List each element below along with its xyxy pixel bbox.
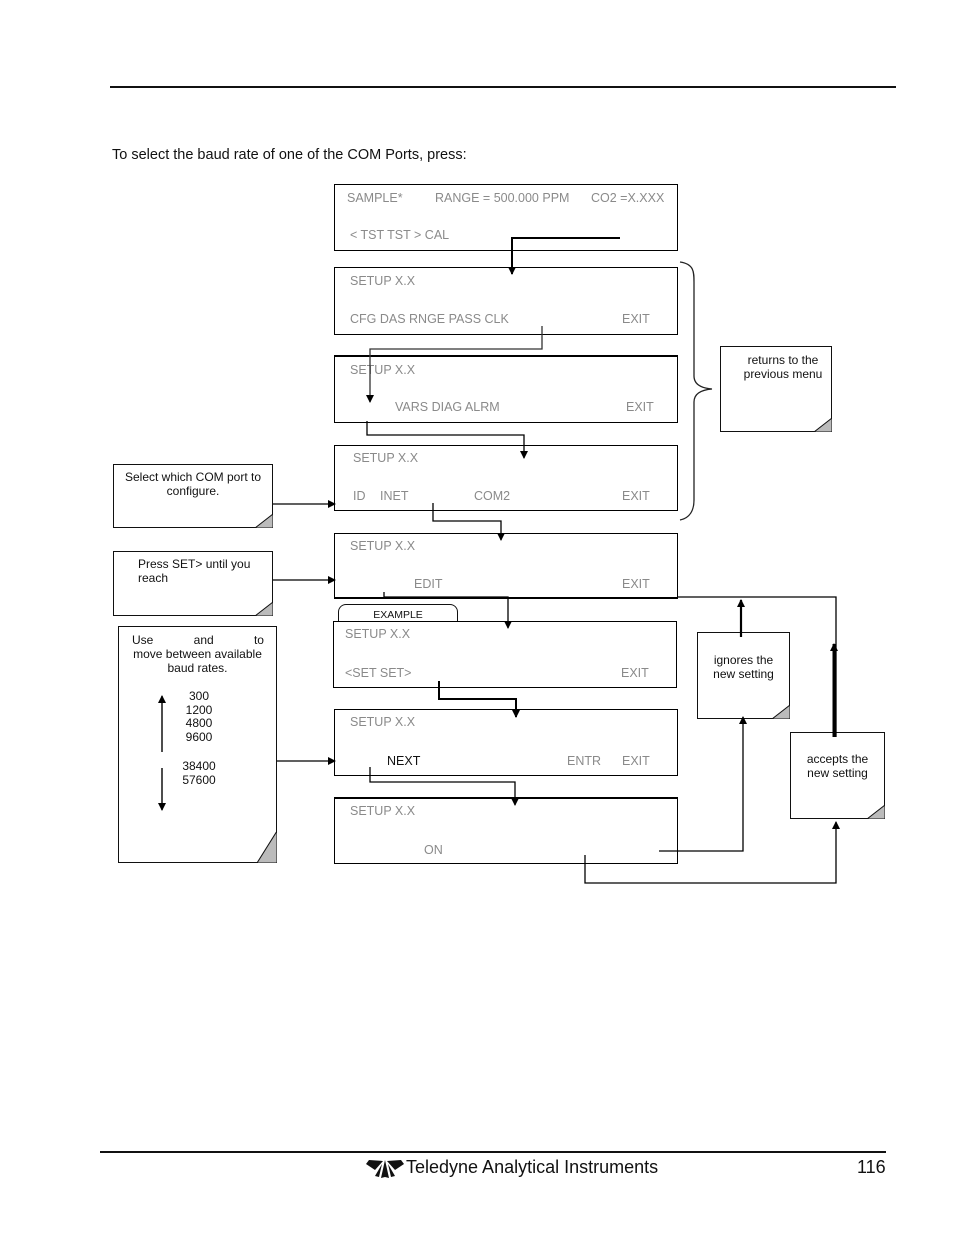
note-ignores: ignores the new setting [697,632,790,719]
menu-keys: VARS DIAG ALRM [395,400,500,414]
screen-setup-com-mode: SETUP X.X EDIT EXIT [334,533,678,599]
note-text: move between available baud rates. [133,647,262,675]
menu-keys: CFG DAS RNGE PASS CLK [350,312,509,326]
on-key: ON [424,843,443,857]
inet-key: INET [380,489,409,503]
page-fold-icon [255,514,273,528]
screen-setup-set: SETUP X.X <SET SET> EXIT [333,621,677,688]
screen-sample: SAMPLE* RANGE = 500.000 PPM CO2 =X.XXX <… [334,184,678,251]
note-line-1: Use and to [119,627,276,647]
screen-label: SETUP X.X [350,715,416,729]
page-fold-icon [867,805,885,819]
note-word: and [193,633,214,647]
teledyne-logo-icon [366,1160,404,1178]
page-fold-icon [772,705,790,719]
note-word: to [253,633,264,647]
next-key: NEXT [387,754,421,768]
baud-list-upper: 300 1200 4800 9600 [169,689,229,744]
baud-rate: 1200 [185,702,213,717]
screen-setup-main: SETUP X.X CFG DAS RNGE PASS CLK EXIT [334,267,678,335]
exit-key: EXIT [621,666,649,680]
screen-setup-on: SETUP X.X ON [334,797,678,864]
menu-keys: < TST TST > CAL [350,228,450,242]
page-fold-icon [255,602,273,616]
exit-key: EXIT [622,577,650,591]
footer-rule [100,1151,886,1153]
exit-key: EXIT [622,489,650,503]
screen-label: SETUP X.X [345,627,411,641]
note-text: Select which COM port to configure. [124,470,262,498]
intro-text: To select the baud rate of one of the CO… [112,147,467,163]
com2-key: COM2 [474,489,511,503]
screen-label: SETUP X.X [353,451,419,465]
header-rule [110,86,896,88]
screen-label: SAMPLE* [347,191,403,205]
range-readout: RANGE = 500.000 PPM [435,191,570,205]
edit-key: EDIT [414,577,443,591]
screen-label: SETUP X.X [350,804,416,818]
note-text: Press SET> until you reach [138,557,251,585]
note-text: accepts the new setting [806,752,869,780]
screen-label: SETUP X.X [350,363,416,377]
baud-rate: 38400 [182,759,216,773]
note-baud-rates: Use and to move between available baud r… [118,626,277,863]
exit-key: EXIT [622,754,650,768]
entr-key: ENTR [567,754,602,768]
note-returns: returns to the previous menu [720,346,832,432]
page-fold-icon [257,831,277,863]
exit-key: EXIT [626,400,654,414]
note-accepts: accepts the new setting [790,732,885,819]
page-fold-icon [814,418,832,432]
baud-rate: 4800 [185,716,213,730]
note-text: returns to the previous menu [743,353,823,381]
baud-rate: 57600 [182,772,216,787]
exit-key: EXIT [622,312,650,326]
baud-rate: 300 [188,689,210,703]
screen-label: SETUP X.X [350,274,416,288]
note-press-set: Press SET> until you reach [113,551,273,616]
menu-keys: <SET SET> [345,666,412,680]
baud-list-lower: 38400 57600 [169,759,229,787]
footer-company: Teledyne Analytical Instruments [406,1157,659,1177]
page-number: 116 [857,1157,886,1177]
screen-setup-comm: SETUP X.X ID INET COM2 EXIT [334,445,678,511]
screen-setup-baud: SETUP X.X NEXT ENTR EXIT [334,709,678,776]
note-select-com: Select which COM port to configure. [113,464,273,528]
note-word: Use [132,633,154,647]
brace-return [679,261,713,521]
screen-setup-more: SETUP X.X VARS DIAG ALRM EXIT [334,355,678,423]
baud-rate: 9600 [185,729,213,744]
note-text: ignores the new setting [713,653,774,681]
co2-readout: CO2 =X.XXX [591,191,665,205]
id-key: ID [353,489,366,503]
screen-label: SETUP X.X [350,539,416,553]
